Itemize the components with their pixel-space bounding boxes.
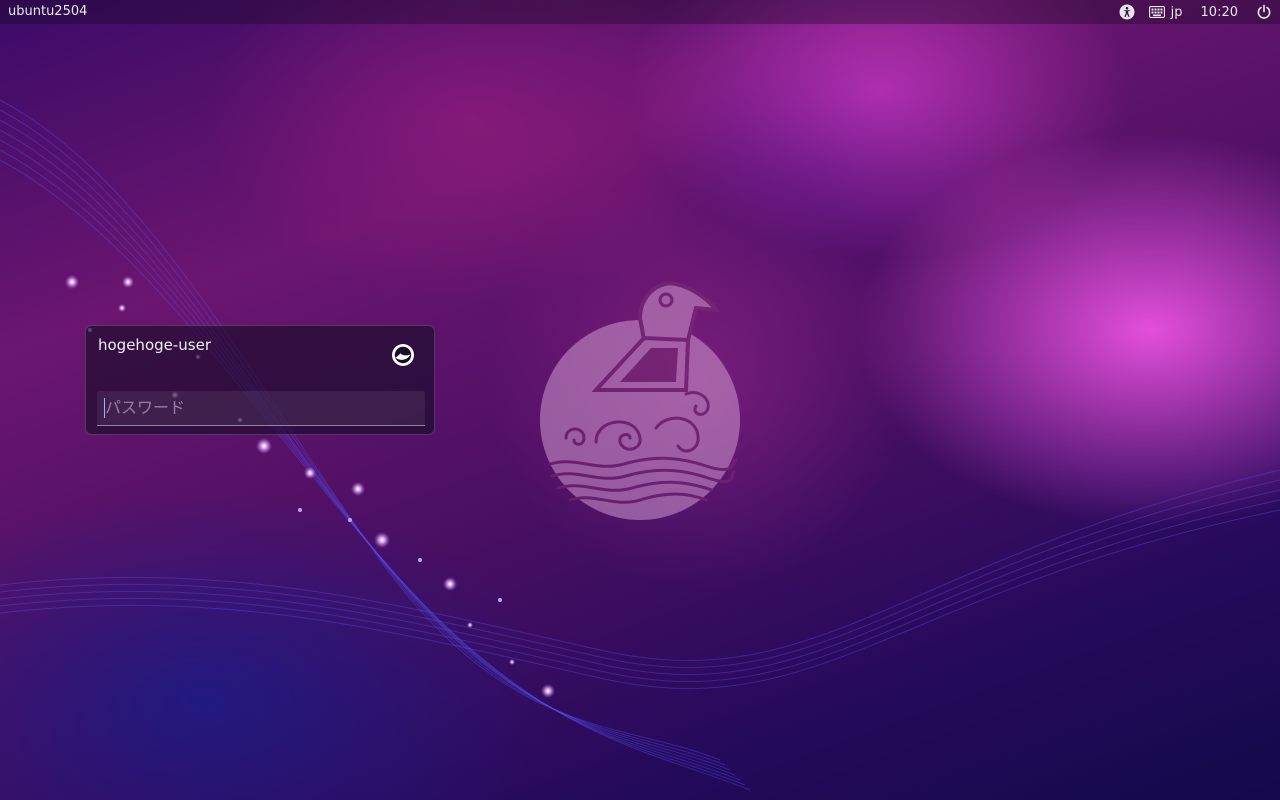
power-icon[interactable]: [1256, 4, 1272, 20]
password-input[interactable]: [97, 391, 425, 426]
text-caret: [104, 398, 105, 418]
hostname-label: ubuntu2504: [8, 4, 88, 19]
username-label: hogehoge-user: [98, 336, 211, 354]
session-select-icon[interactable]: [391, 343, 415, 367]
top-bar: ubuntu2504 jp 10:20: [0, 0, 1280, 24]
keyboard-layout-indicator[interactable]: jp: [1148, 4, 1183, 20]
keyboard-icon: [1148, 6, 1165, 18]
clock[interactable]: 10:20: [1201, 5, 1238, 20]
keyboard-layout-label: jp: [1170, 4, 1183, 20]
login-card: hogehoge-user: [85, 325, 435, 435]
system-indicators[interactable]: jp 10:20: [1119, 0, 1272, 24]
accessibility-icon[interactable]: [1119, 4, 1135, 20]
ubuntu-mascot-logo: [540, 281, 740, 520]
